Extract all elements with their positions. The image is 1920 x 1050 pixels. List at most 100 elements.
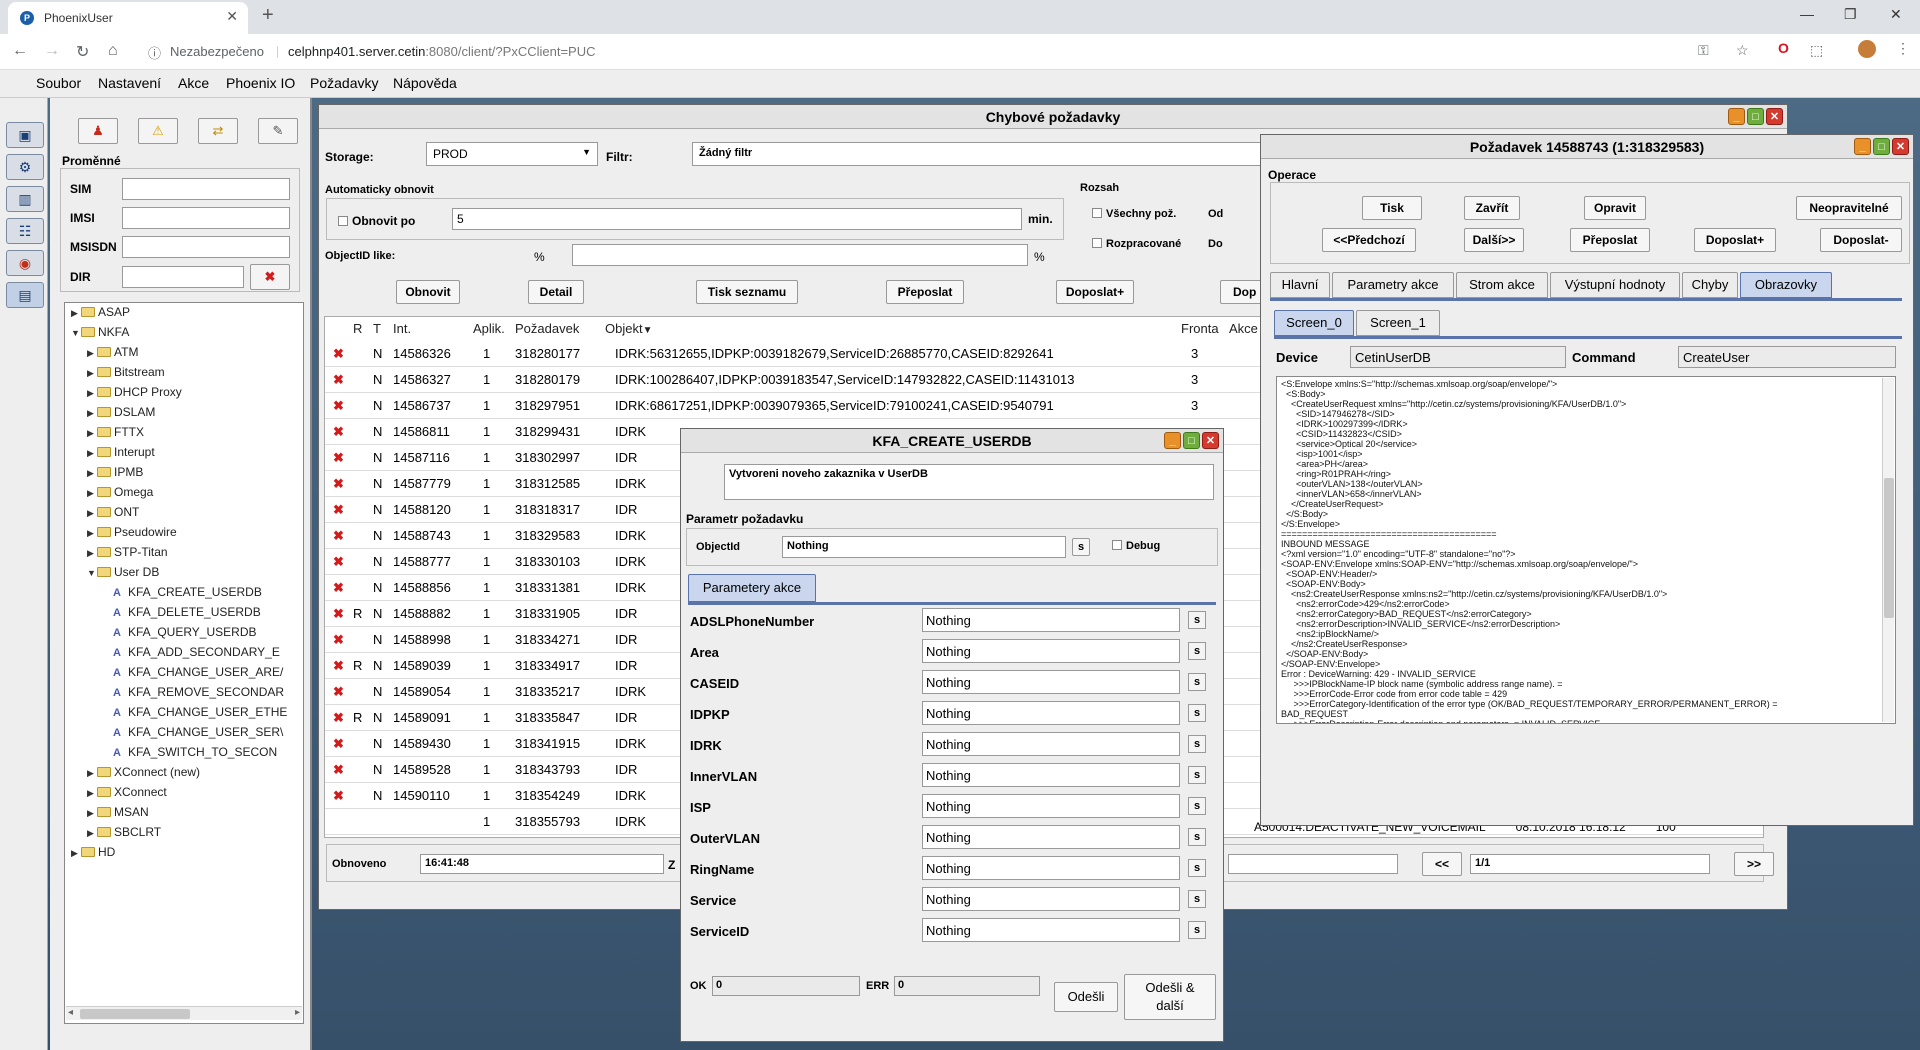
doposlat-minus-button[interactable]: Doposlat- [1820,228,1902,252]
menu-napoveda[interactable]: Nápověda [393,75,457,91]
menu-nastaveni[interactable]: Nastavení [98,75,161,91]
imsi-input[interactable] [122,207,290,229]
param-s-button[interactable]: s [1188,890,1206,908]
objectid-like-input[interactable] [572,244,1028,266]
network-icon[interactable]: ⚙ [6,154,44,180]
dir-input[interactable] [122,266,244,288]
opravit-button[interactable]: Opravit [1584,196,1646,220]
tree-action-item[interactable]: A KFA_SWITCH_TO_SECON [103,745,277,759]
checkbox[interactable] [1092,238,1102,248]
tree-action-item[interactable]: A KFA_CHANGE_USER_ETHE [103,705,287,719]
tree-folder-item[interactable]: ▶ ATM [87,345,138,359]
menu-akce[interactable]: Akce [178,75,209,91]
preposlat-button[interactable]: Přeposlat [886,280,964,304]
close-tab-icon[interactable]: ✕ [226,8,238,25]
expand-right-icon[interactable]: ▶ [87,448,97,459]
param-s-button[interactable]: s [1188,921,1206,939]
action-description[interactable]: Vytvoreni noveho zakaznika v UserDB [724,464,1214,500]
xml-vertical-scrollbar[interactable] [1882,378,1894,722]
maximize-icon[interactable]: □ [1747,108,1764,125]
expand-right-icon[interactable]: ▶ [71,848,81,859]
tree-folder-item[interactable]: ▶ SBCLRT [87,825,161,839]
clear-dir-icon[interactable]: ✖ [250,264,290,290]
close-icon[interactable]: ✕ [1766,108,1783,125]
expand-right-icon[interactable]: ▶ [87,508,97,519]
param-s-button[interactable]: s [1188,859,1206,877]
tree-action-item[interactable]: A KFA_REMOVE_SECONDAR [103,685,284,699]
warning-icon[interactable]: ⚠ [138,118,178,144]
obnovit-po-checkbox[interactable]: Obnovit po [338,214,415,228]
tree-folder-item[interactable]: ▶ Interupt [87,445,155,459]
filtr-select[interactable]: Žádný filtr [692,142,1262,166]
home-icon[interactable]: ⌂ [108,42,118,60]
tab-chyby[interactable]: Chyby [1682,272,1738,298]
param-s-button[interactable]: s [1188,673,1206,691]
expand-right-icon[interactable]: ▶ [87,828,97,839]
checkbox[interactable] [338,216,348,226]
tree-folder-item[interactable]: ▶ STP-Titan [87,545,168,559]
tab-parametery-akce[interactable]: Parametery akce [688,574,816,602]
col-pozadavek[interactable]: Požadavek [515,321,579,336]
tree-icon[interactable]: ☷ [6,218,44,244]
param-value-input[interactable]: Nothing [922,670,1180,694]
doposlat-plus-button[interactable]: Doposlat+ [1056,280,1134,304]
close-icon[interactable]: ✕ [1892,138,1909,155]
odesli-button[interactable]: Odešli [1054,982,1118,1012]
expand-right-icon[interactable]: ▶ [87,548,97,559]
browser-menu-icon[interactable]: ⋮ [1896,40,1910,57]
monitor-icon[interactable]: ▤ [6,282,44,308]
minimize-icon[interactable]: _ [1854,138,1871,155]
tree-folder-item[interactable]: ▶ XConnect (new) [87,765,200,779]
browser-tab[interactable]: P PhoenixUser ✕ [8,2,248,34]
back-icon[interactable]: ← [12,42,28,60]
transfer-icon[interactable]: ⇄ [198,118,238,144]
sim-input[interactable] [122,178,290,200]
dalsi-button[interactable]: Další>> [1464,228,1524,252]
tab-vystupni-hodnoty[interactable]: Výstupní hodnoty [1550,272,1680,298]
preposlat-detail-button[interactable]: Přeposlat [1570,228,1650,252]
profile-avatar[interactable] [1858,40,1876,58]
tab-screen-0[interactable]: Screen_0 [1274,310,1354,336]
tree-action-item[interactable]: A KFA_QUERY_USERDB [103,625,257,639]
key-icon[interactable]: ⚿ [1698,42,1709,59]
scroll-thumb[interactable] [80,1009,190,1019]
chart-icon[interactable]: ▥ [6,186,44,212]
tisk-button[interactable]: Tisk [1362,196,1422,220]
param-s-button[interactable]: s [1188,704,1206,722]
pin-icon[interactable]: ✎ [258,118,298,144]
tree-horizontal-scrollbar[interactable]: ◂ ▸ [66,1006,302,1020]
opera-extension-icon[interactable]: O [1778,40,1789,56]
tree-folder-item[interactable]: ▶ DSLAM [87,405,155,419]
param-s-button[interactable]: s [1188,828,1206,846]
neopravitelne-button[interactable]: Neopravitelné [1796,196,1902,220]
objectid-s-button[interactable]: s [1072,538,1090,556]
predchozi-button[interactable]: <<Předchozí [1322,228,1416,252]
expand-right-icon[interactable]: ▶ [87,768,97,779]
scroll-thumb[interactable] [1884,478,1894,618]
expand-right-icon[interactable]: ▶ [87,528,97,539]
param-value-input[interactable]: Nothing [922,794,1180,818]
next-page-button[interactable]: >> [1734,852,1774,876]
forward-icon[interactable]: → [44,42,60,60]
expand-right-icon[interactable]: ▶ [87,428,97,439]
tree-folder-item[interactable]: ▼ User DB [87,565,159,579]
expand-right-icon[interactable]: ▶ [87,348,97,359]
col-aplik[interactable]: Aplik. [473,321,505,336]
expand-right-icon[interactable]: ▶ [87,808,97,819]
tree-action-item[interactable]: A KFA_CREATE_USERDB [103,585,262,599]
param-s-button[interactable]: s [1188,642,1206,660]
tree-folder-item[interactable]: ▶ HD [71,845,115,859]
param-s-button[interactable]: s [1188,797,1206,815]
col-int[interactable]: Int. [393,321,411,336]
storage-select[interactable]: PROD ▼ [426,142,598,166]
param-s-button[interactable]: s [1188,766,1206,784]
minimize-icon[interactable]: _ [1164,432,1181,449]
tisk-seznamu-button[interactable]: Tisk seznamu [696,280,798,304]
tree-folder-item[interactable]: ▶ ONT [87,505,139,519]
expand-right-icon[interactable]: ▶ [71,308,81,319]
tree-action-item[interactable]: A KFA_ADD_SECONDARY_E [103,645,280,659]
col-akce[interactable]: Akce [1229,321,1258,336]
window-icon[interactable]: ▣ [6,122,44,148]
tab-screen-1[interactable]: Screen_1 [1356,310,1440,336]
prev-page-button[interactable]: << [1422,852,1462,876]
